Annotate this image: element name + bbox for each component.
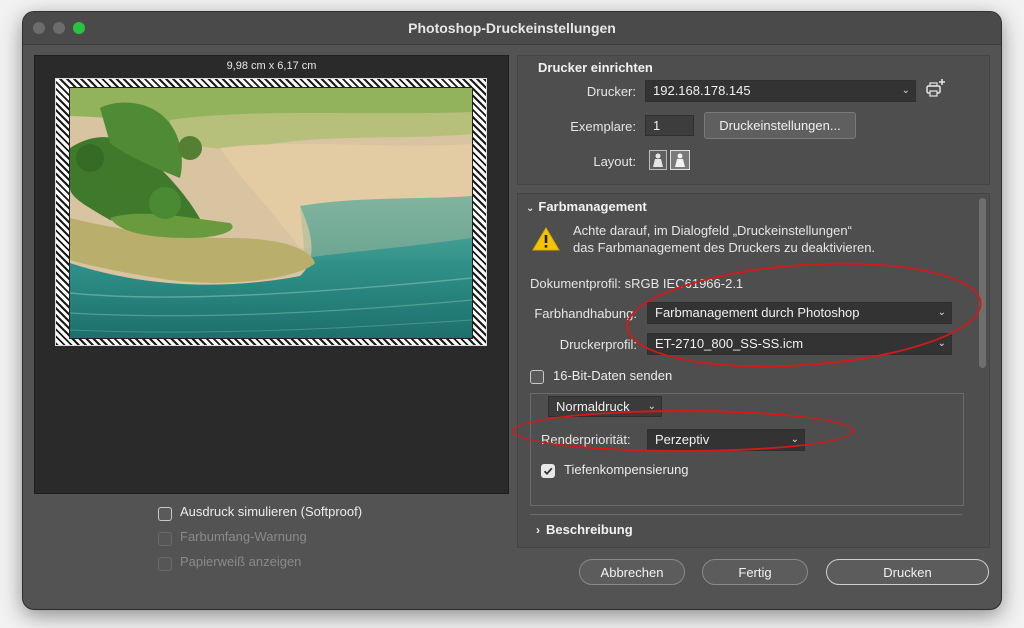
warning-line-2: das Farbmanagement des Druckers zu deakt…: [573, 240, 876, 255]
section-divider: [530, 514, 962, 515]
add-printer-icon[interactable]: [924, 78, 946, 105]
softproof-label: Ausdruck simulieren (Softproof): [180, 504, 363, 519]
warning-icon: [532, 227, 560, 256]
color-management-title: Farbmanagement: [538, 199, 647, 214]
print-mode-value: Normaldruck: [556, 399, 630, 414]
paper-sheet: [55, 78, 487, 346]
gamut-warning-checkbox: [158, 532, 172, 546]
warning-text: Achte darauf, im Dialogfeld „Druckeinste…: [573, 222, 875, 256]
layout-label: Layout:: [593, 154, 636, 169]
cancel-button[interactable]: Abbrechen: [579, 559, 685, 585]
chevron-down-icon: ⌄: [937, 338, 946, 349]
bpc-option[interactable]: Tiefenkompensierung: [541, 462, 741, 480]
print-settings-button[interactable]: Druckeinstellungen...: [704, 112, 856, 139]
chevron-down-icon: ⌄: [647, 401, 656, 412]
rendering-intent-select[interactable]: Perzeptiv ⌄: [647, 429, 805, 451]
bpc-checkbox[interactable]: [541, 464, 555, 478]
color-handling-value: Farbmanagement durch Photoshop: [655, 305, 860, 320]
bpc-label: Tiefenkompensierung: [564, 462, 689, 477]
send-16bit-option[interactable]: 16-Bit-Daten senden: [530, 368, 730, 386]
document-profile: Dokumentprofil: sRGB IEC61966-2.1: [530, 276, 744, 291]
print-button[interactable]: Drucken: [826, 559, 989, 585]
window-title: Photoshop-Druckeinstellungen: [408, 20, 616, 36]
warning-line-1: Achte darauf, im Dialogfeld „Druckeinste…: [573, 223, 852, 238]
copies-input[interactable]: 1: [645, 115, 694, 136]
paper-white-checkbox: [158, 557, 172, 571]
printer-label: Drucker:: [586, 84, 636, 99]
printer-profile-value: ET-2710_800_SS-SS.icm: [655, 336, 804, 351]
portrait-layout-icon[interactable]: [649, 150, 667, 175]
printer-select[interactable]: 192.168.178.145 ⌄: [645, 80, 916, 102]
printer-profile-select[interactable]: ET-2710_800_SS-SS.icm ⌄: [647, 333, 952, 355]
gamut-warning-label: Farbumfang-Warnung: [180, 529, 307, 544]
color-management-header[interactable]: ⌄ Farbmanagement: [526, 199, 647, 214]
print-mode-select[interactable]: Normaldruck ⌄: [548, 396, 662, 417]
rendering-intent-value: Perzeptiv: [655, 432, 710, 447]
checkmark-icon: [543, 467, 553, 476]
paper-size-label: 9,98 cm x 6,17 cm: [226, 60, 317, 72]
printer-value: 192.168.178.145: [653, 83, 751, 98]
softproof-checkbox[interactable]: [158, 507, 172, 521]
print-preview: 9,98 cm x 6,17 cm: [34, 55, 509, 494]
send-16bit-checkbox[interactable]: [530, 370, 544, 384]
printer-profile-label: Druckerprofil:: [559, 337, 637, 352]
paper-white-label: Papierweiß anzeigen: [180, 554, 302, 569]
chevron-down-icon: ⌄: [937, 307, 946, 318]
color-management-panel: ⌄ Farbmanagement Achte darauf, im Dialogf…: [517, 193, 990, 548]
scrollbar[interactable]: [979, 198, 986, 368]
chevron-down-icon: ⌄: [790, 434, 799, 445]
color-handling-label: Farbhandhabung:: [534, 306, 637, 321]
rendering-intent-label: Renderpriorität:: [541, 432, 631, 447]
preview-image: [69, 87, 473, 339]
done-button[interactable]: Fertig: [702, 559, 808, 585]
chevron-right-icon: ›: [536, 523, 540, 537]
printer-setup-title: Drucker einrichten: [538, 60, 653, 75]
color-handling-select[interactable]: Farbmanagement durch Photoshop ⌄: [647, 302, 952, 324]
printer-setup-panel: Drucker einrichten Drucker: 192.168.178.…: [517, 55, 990, 185]
send-16bit-label: 16-Bit-Daten senden: [553, 368, 673, 383]
description-title: Beschreibung: [546, 522, 633, 537]
landscape-layout-icon[interactable]: [670, 150, 690, 175]
chevron-down-icon: ⌄: [901, 85, 910, 96]
copies-label: Exemplare:: [570, 119, 636, 134]
description-header[interactable]: › Beschreibung: [536, 522, 633, 537]
title-bar: Photoshop-Druckeinstellungen: [23, 12, 1001, 45]
print-dialog: Photoshop-Druckeinstellungen 9,98 cm x 6…: [23, 12, 1001, 609]
chevron-down-icon: ⌄: [526, 203, 535, 214]
